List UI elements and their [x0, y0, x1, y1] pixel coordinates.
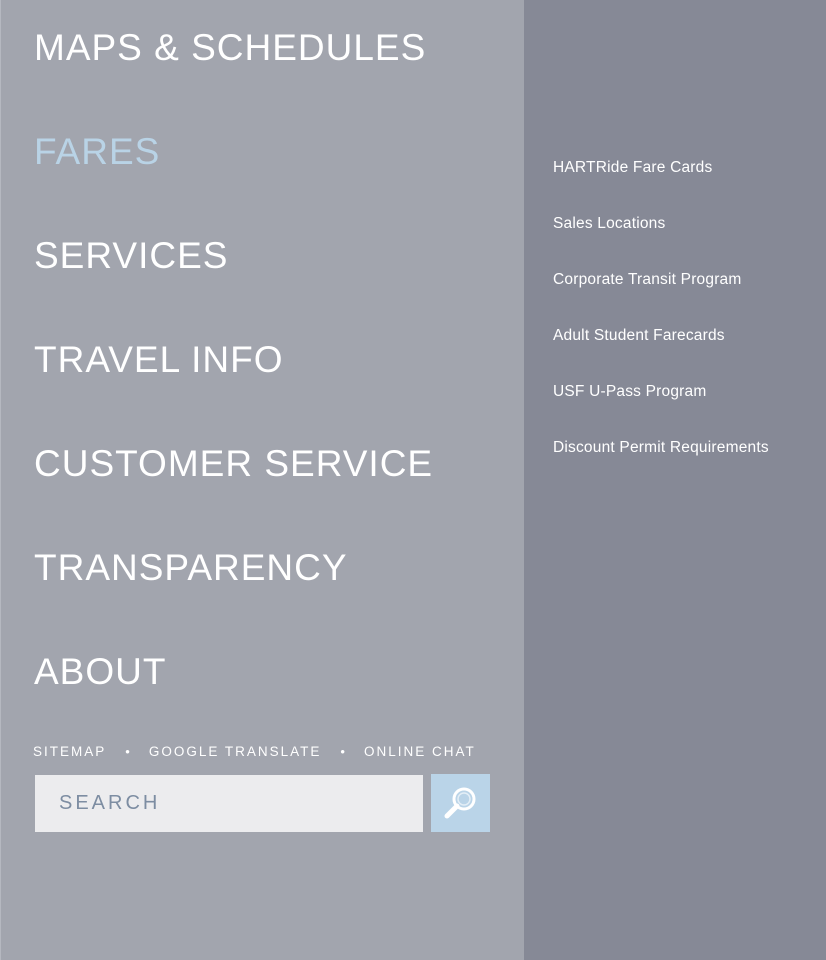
- submenu-item-usf-u-pass-program[interactable]: USF U-Pass Program: [553, 380, 769, 436]
- main-nav-item-customer-service[interactable]: CUSTOMER SERVICE: [34, 438, 433, 542]
- utility-links: SITEMAP • GOOGLE TRANSLATE • ONLINE CHAT: [33, 744, 476, 759]
- separator-dot: •: [340, 744, 347, 759]
- online-chat-link[interactable]: ONLINE CHAT: [364, 744, 476, 759]
- main-nav-item-transparency[interactable]: TRANSPARENCY: [34, 542, 433, 646]
- separator-dot: •: [125, 744, 132, 759]
- fares-submenu: HARTRide Fare Cards Sales Locations Corp…: [553, 156, 769, 492]
- submenu-item-sales-locations[interactable]: Sales Locations: [553, 212, 769, 268]
- search-icon: [444, 787, 475, 819]
- main-menu-panel: MAPS & SCHEDULES FARES SERVICES TRAVEL I…: [0, 0, 524, 960]
- google-translate-link[interactable]: GOOGLE TRANSLATE: [149, 744, 322, 759]
- main-nav-item-services[interactable]: SERVICES: [34, 230, 433, 334]
- sitemap-link[interactable]: SITEMAP: [33, 744, 106, 759]
- main-nav-item-fares[interactable]: FARES: [34, 126, 433, 230]
- search-button[interactable]: [431, 774, 490, 832]
- main-nav-item-maps-schedules[interactable]: MAPS & SCHEDULES: [34, 22, 433, 126]
- main-nav-item-travel-info[interactable]: TRAVEL INFO: [34, 334, 433, 438]
- search-input[interactable]: [35, 775, 423, 832]
- main-nav: MAPS & SCHEDULES FARES SERVICES TRAVEL I…: [34, 22, 433, 750]
- submenu-item-corporate-transit-program[interactable]: Corporate Transit Program: [553, 268, 769, 324]
- submenu-item-hartride-fare-cards[interactable]: HARTRide Fare Cards: [553, 156, 769, 212]
- submenu-item-adult-student-farecards[interactable]: Adult Student Farecards: [553, 324, 769, 380]
- main-nav-item-about[interactable]: ABOUT: [34, 646, 433, 750]
- submenu-item-discount-permit-requirements[interactable]: Discount Permit Requirements: [553, 436, 769, 492]
